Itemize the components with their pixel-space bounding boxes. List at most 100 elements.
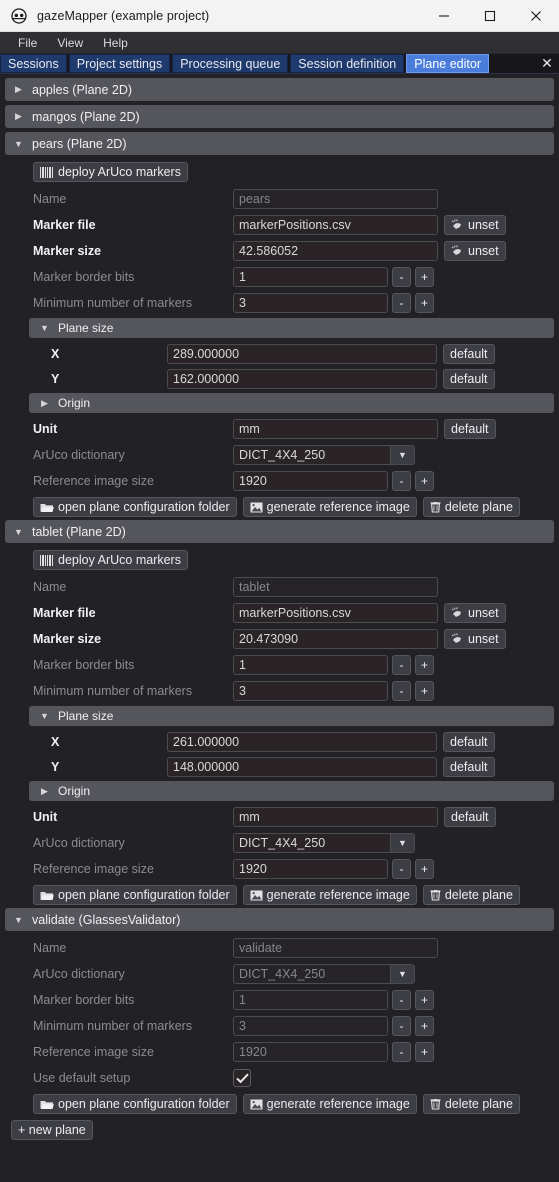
- min-markers-input[interactable]: 3: [233, 681, 388, 701]
- marker-border-bits-decrement[interactable]: -: [392, 990, 411, 1010]
- tab-sessions[interactable]: Sessions: [0, 54, 67, 73]
- plane-header-tablet[interactable]: ▼ tablet (Plane 2D): [5, 520, 554, 543]
- minimize-button[interactable]: [421, 0, 467, 32]
- maximize-button[interactable]: [467, 0, 513, 32]
- menu-item-help[interactable]: Help: [93, 34, 138, 52]
- delete-plane-button[interactable]: delete plane: [422, 1094, 520, 1114]
- unset-marker-size-button[interactable]: unset: [444, 241, 506, 261]
- min-markers-increment[interactable]: +: [415, 293, 434, 313]
- plane-title-pears: pears (Plane 2D): [32, 136, 127, 151]
- open-plane-configuration-folder-button[interactable]: open plane configuration folder: [33, 1094, 237, 1114]
- delete-plane-button[interactable]: delete plane: [422, 885, 520, 905]
- min-markers-input[interactable]: 3: [233, 1016, 388, 1036]
- name-input[interactable]: pears: [233, 189, 438, 209]
- aruco-dictionary-select[interactable]: DICT_4X4_250 ▼: [233, 833, 415, 853]
- section-header-origin[interactable]: ▶ Origin: [29, 393, 554, 413]
- generate-reference-image-button[interactable]: generate reference image: [242, 885, 417, 905]
- plane-header-mangos[interactable]: ▶ mangos (Plane 2D): [5, 105, 554, 128]
- field-row-aruco-dictionary: ArUco dictionary DICT_4X4_250 ▼: [5, 830, 554, 856]
- field-row-unit: Unit mm default: [5, 416, 554, 442]
- delete-plane-button[interactable]: delete plane: [422, 497, 520, 517]
- plane-size-x-default-button[interactable]: default: [443, 731, 495, 752]
- marker-border-bits-input[interactable]: 1: [233, 990, 388, 1010]
- min-markers-decrement[interactable]: -: [392, 1016, 411, 1036]
- section-header-plane-size[interactable]: ▼ Plane size: [29, 706, 554, 726]
- plane-header-validate[interactable]: ▼ validate (GlassesValidator): [5, 908, 554, 931]
- new-plane-button[interactable]: + new plane: [11, 1120, 93, 1140]
- reference-image-size-decrement[interactable]: -: [392, 471, 411, 491]
- marker-border-bits-decrement[interactable]: -: [392, 655, 411, 675]
- menu-item-view[interactable]: View: [47, 34, 93, 52]
- chevron-down-icon[interactable]: ▼: [390, 446, 414, 464]
- tab-plane-editor[interactable]: Plane editor: [406, 54, 489, 73]
- marker-border-bits-input[interactable]: 1: [233, 267, 388, 287]
- aruco-dictionary-select[interactable]: DICT_4X4_250 ▼: [233, 445, 415, 465]
- min-markers-increment[interactable]: +: [415, 1016, 434, 1036]
- plane-size-x-default-button[interactable]: default: [443, 343, 495, 364]
- marker-border-bits-input[interactable]: 1: [233, 655, 388, 675]
- close-button[interactable]: [513, 0, 559, 32]
- unit-input[interactable]: mm: [233, 419, 438, 439]
- open-folder-label: open plane configuration folder: [58, 500, 230, 514]
- field-row-plane-size-y: Y 162.000000 default: [5, 366, 554, 391]
- name-input[interactable]: validate: [233, 938, 438, 958]
- generate-reference-image-button[interactable]: generate reference image: [242, 497, 417, 517]
- min-markers-decrement[interactable]: -: [392, 681, 411, 701]
- plane-body-pears: deploy ArUco markers Name pears Marker f…: [5, 159, 554, 520]
- marker-size-input[interactable]: 42.586052: [233, 241, 438, 261]
- plane-size-y-input[interactable]: 148.000000: [167, 756, 437, 777]
- unit-default-button[interactable]: default: [444, 807, 496, 827]
- tab-processing-queue[interactable]: Processing queue: [172, 54, 289, 73]
- plane-header-pears[interactable]: ▼ pears (Plane 2D): [5, 132, 554, 155]
- tab-project-settings[interactable]: Project settings: [68, 54, 171, 73]
- marker-border-bits-increment[interactable]: +: [415, 990, 434, 1010]
- reference-image-size-input[interactable]: 1920: [233, 1042, 388, 1062]
- marker-border-bits-increment[interactable]: +: [415, 655, 434, 675]
- reference-image-size-decrement[interactable]: -: [392, 1042, 411, 1062]
- plane-size-y-default-button[interactable]: default: [443, 756, 495, 777]
- reference-image-size-input[interactable]: 1920: [233, 859, 388, 879]
- reference-image-size-increment[interactable]: +: [415, 859, 434, 879]
- reference-image-size-increment[interactable]: +: [415, 1042, 434, 1062]
- unset-marker-file-button[interactable]: unset: [444, 215, 506, 235]
- plane-size-x-input[interactable]: 289.000000: [167, 343, 437, 364]
- plane-size-y-default-button[interactable]: default: [443, 368, 495, 389]
- menu-item-file[interactable]: File: [8, 34, 47, 52]
- deploy-aruco-markers-button[interactable]: deploy ArUco markers: [33, 550, 188, 570]
- label-marker-file: Marker file: [33, 606, 96, 620]
- reference-image-size-increment[interactable]: +: [415, 471, 434, 491]
- unit-default-button[interactable]: default: [444, 419, 496, 439]
- name-input[interactable]: tablet: [233, 577, 438, 597]
- deploy-aruco-markers-button[interactable]: deploy ArUco markers: [33, 162, 188, 182]
- folder-icon: [40, 890, 54, 901]
- unset-marker-file-button[interactable]: unset: [444, 603, 506, 623]
- marker-border-bits-increment[interactable]: +: [415, 267, 434, 287]
- aruco-dictionary-select[interactable]: DICT_4X4_250 ▼: [233, 964, 415, 984]
- min-markers-increment[interactable]: +: [415, 681, 434, 701]
- unit-input[interactable]: mm: [233, 807, 438, 827]
- marker-file-input[interactable]: markerPositions.csv: [233, 215, 438, 235]
- open-folder-label: open plane configuration folder: [58, 888, 230, 902]
- open-plane-configuration-folder-button[interactable]: open plane configuration folder: [33, 885, 237, 905]
- tab-close-icon[interactable]: ✕: [535, 54, 559, 73]
- chevron-right-icon: ▶: [41, 397, 48, 408]
- min-markers-decrement[interactable]: -: [392, 293, 411, 313]
- reference-image-size-decrement[interactable]: -: [392, 859, 411, 879]
- plane-header-apples[interactable]: ▶ apples (Plane 2D): [5, 78, 554, 101]
- marker-file-input[interactable]: markerPositions.csv: [233, 603, 438, 623]
- section-header-plane-size[interactable]: ▼ Plane size: [29, 318, 554, 338]
- chevron-down-icon[interactable]: ▼: [390, 965, 414, 983]
- open-plane-configuration-folder-button[interactable]: open plane configuration folder: [33, 497, 237, 517]
- chevron-down-icon[interactable]: ▼: [390, 834, 414, 852]
- use-default-setup-checkbox[interactable]: [233, 1069, 251, 1087]
- min-markers-input[interactable]: 3: [233, 293, 388, 313]
- marker-border-bits-decrement[interactable]: -: [392, 267, 411, 287]
- section-header-origin[interactable]: ▶ Origin: [29, 781, 554, 801]
- plane-size-y-input[interactable]: 162.000000: [167, 368, 437, 389]
- reference-image-size-input[interactable]: 1920: [233, 471, 388, 491]
- marker-size-input[interactable]: 20.473090: [233, 629, 438, 649]
- plane-size-x-input[interactable]: 261.000000: [167, 731, 437, 752]
- unset-marker-size-button[interactable]: unset: [444, 629, 506, 649]
- generate-reference-image-button[interactable]: generate reference image: [242, 1094, 417, 1114]
- tab-session-definition[interactable]: Session definition: [290, 54, 405, 73]
